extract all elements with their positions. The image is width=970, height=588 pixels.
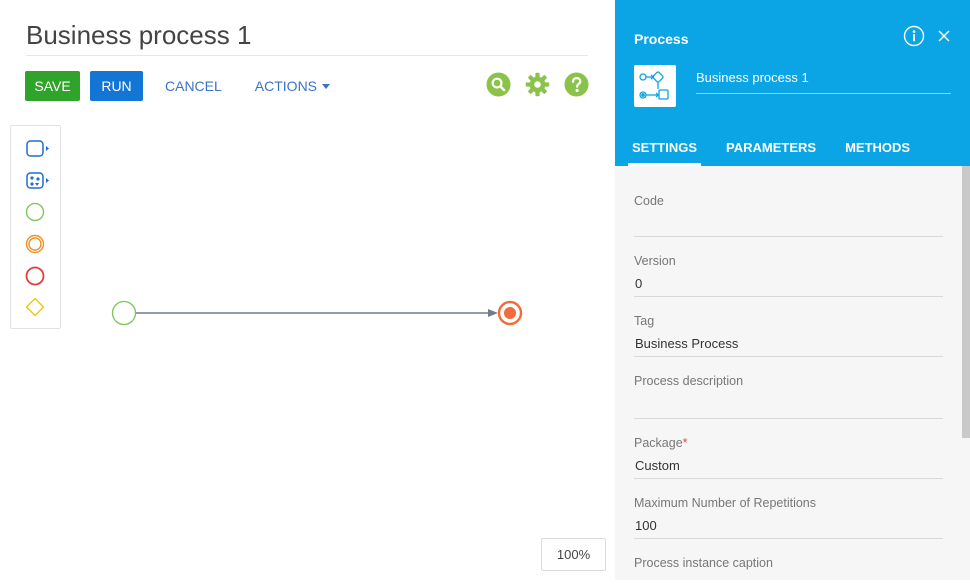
- max-repetitions-field: Maximum Number of Repetitions 100: [634, 468, 943, 539]
- code-label: Code: [634, 194, 664, 208]
- panel-scrollbar[interactable]: [962, 166, 970, 438]
- version-label: Version: [634, 254, 676, 268]
- tab-parameters[interactable]: PARAMETERS: [726, 132, 816, 166]
- end-event-node-core: [504, 307, 516, 319]
- process-schema-icon: [634, 65, 676, 107]
- tag-label: Tag: [634, 314, 655, 328]
- instance-caption-label: Process instance caption: [634, 556, 773, 570]
- flow-arrow-head: [488, 309, 498, 317]
- code-field: Code: [634, 166, 943, 237]
- required-asterisk: *: [682, 436, 688, 450]
- tab-methods[interactable]: METHODS: [845, 132, 910, 166]
- max-repetitions-label: Maximum Number of Repetitions: [634, 496, 817, 510]
- process-description-label: Process description: [634, 374, 744, 388]
- tag-field: Tag Business Process: [634, 286, 943, 357]
- package-field: Package* Custom: [634, 408, 943, 479]
- info-icon[interactable]: [903, 25, 925, 47]
- panel-title: Process: [634, 31, 689, 47]
- start-event-node[interactable]: [111, 300, 137, 326]
- instance-caption-field: Process instance caption: [634, 528, 943, 588]
- close-icon[interactable]: [936, 28, 952, 44]
- diagram-canvas[interactable]: [0, 0, 615, 580]
- properties-panel: Process Business process 1 SETTINGS PARA…: [615, 0, 970, 580]
- process-name-field[interactable]: Business process 1: [696, 70, 809, 85]
- process-name-underline: [696, 93, 951, 94]
- tab-settings[interactable]: SETTINGS: [627, 132, 702, 166]
- panel-tabs: SETTINGS PARAMETERS METHODS: [615, 132, 939, 166]
- package-label-text: Package: [634, 436, 683, 450]
- panel-header: Process Business process 1 SETTINGS PARA…: [615, 0, 970, 166]
- zoom-level-button[interactable]: 100%: [541, 538, 606, 571]
- version-field: Version 0: [634, 226, 943, 297]
- process-designer: Business process 1 SAVE RUN CANCEL ACTIO…: [0, 0, 615, 580]
- package-label: Package*: [634, 436, 688, 450]
- process-description-field: Process description: [634, 346, 943, 419]
- settings-form: Code Version 0 Tag Business Process Proc…: [634, 166, 943, 588]
